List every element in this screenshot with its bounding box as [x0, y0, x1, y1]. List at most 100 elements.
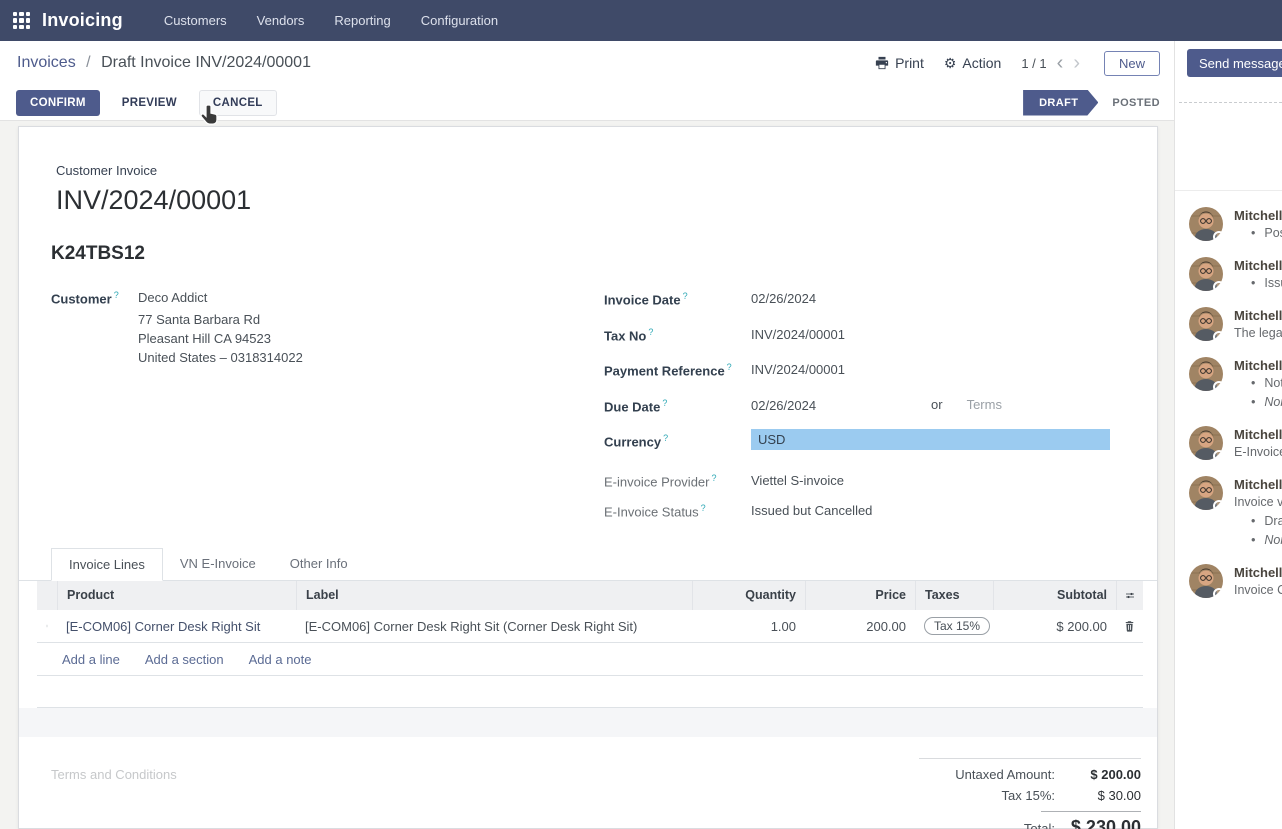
chatter-message[interactable]: Mitchell Issue [1189, 257, 1282, 293]
help-marker-icon: ? [727, 362, 732, 372]
message-author[interactable]: Mitchell [1234, 476, 1282, 493]
tax-badge[interactable]: Tax 15% [924, 617, 990, 635]
message-status-icon [1213, 500, 1225, 512]
message-line: None [1234, 531, 1282, 550]
message-author[interactable]: Mitchell [1234, 426, 1282, 443]
tax-amount-label: Tax 15%: [1002, 788, 1055, 803]
table-header-row: Product Label Quantity Price Taxes Subto… [37, 581, 1143, 610]
pager-counter: 1 / 1 [1021, 56, 1046, 71]
breadcrumb-separator: / [86, 54, 90, 71]
message-line: Not [1234, 374, 1282, 393]
column-header-taxes[interactable]: Taxes [915, 581, 993, 610]
tab-invoice-lines[interactable]: Invoice Lines [51, 548, 163, 581]
drag-handle-icon[interactable] [37, 620, 57, 632]
add-a-line-link[interactable]: Add a line [62, 652, 120, 667]
avatar[interactable] [1189, 476, 1223, 510]
message-author[interactable]: Mitchell [1234, 307, 1282, 324]
currency-field[interactable]: USD [751, 429, 1110, 450]
message-line: The lega [1234, 324, 1282, 343]
chatter-message[interactable]: Mitchell Invoice v Draf None [1189, 476, 1282, 550]
avatar[interactable] [1189, 357, 1223, 391]
message-author[interactable]: Mitchell [1234, 257, 1282, 274]
column-header-label[interactable]: Label [296, 581, 692, 610]
message-author[interactable]: Mitchell [1234, 207, 1282, 224]
help-marker-icon: ? [114, 290, 119, 300]
cancel-button[interactable]: CANCEL [199, 90, 277, 116]
breadcrumb: Invoices / Draft Invoice INV/2024/00001 [17, 54, 311, 72]
invoice-number: INV/2024/00001 [56, 185, 1157, 216]
confirm-button[interactable]: CONFIRM [16, 90, 100, 116]
message-author[interactable]: Mitchell [1234, 357, 1282, 374]
chatter-panel: Send message Mitchell Post [1174, 41, 1282, 829]
pager-previous-icon[interactable]: ‹ [1057, 53, 1064, 73]
print-button[interactable]: Print [875, 55, 924, 71]
new-button[interactable]: New [1104, 51, 1160, 76]
chatter-message[interactable]: Mitchell Post [1189, 207, 1282, 243]
tax-no-field[interactable]: INV/2024/00001 [751, 326, 845, 342]
invoice-line-row[interactable]: [E-COM06] Corner Desk Right Sit [E-COM06… [37, 610, 1143, 643]
tab-vn-einvoice[interactable]: VN E-Invoice [163, 548, 273, 581]
einvoice-status-field: Issued but Cancelled [751, 502, 872, 518]
payment-terms-link[interactable]: Terms [967, 397, 1002, 413]
pager-next-icon[interactable]: › [1073, 53, 1080, 73]
chatter-message[interactable]: Mitchell E-Invoice [1189, 426, 1282, 462]
terms-and-conditions-input[interactable]: Terms and Conditions [51, 767, 177, 782]
action-button[interactable]: ⚙ Action [944, 55, 1001, 72]
invoice-date-field[interactable]: 02/26/2024 [751, 290, 816, 306]
customer-address-line: Pleasant Hill CA 94523 [138, 329, 303, 348]
customer-name-field[interactable]: Deco Addict [138, 290, 303, 305]
payment-reference-label: Payment Reference? [604, 361, 751, 378]
avatar[interactable] [1189, 207, 1223, 241]
state-draft[interactable]: DRAFT [1023, 90, 1098, 116]
message-line: Issue [1234, 274, 1282, 293]
or-label: or [931, 397, 943, 413]
nav-item-reporting[interactable]: Reporting [319, 0, 405, 41]
payment-reference-field[interactable]: INV/2024/00001 [751, 361, 845, 377]
nav-item-customers[interactable]: Customers [149, 0, 242, 41]
avatar[interactable] [1189, 426, 1223, 460]
column-header-price[interactable]: Price [805, 581, 915, 610]
column-header-product[interactable]: Product [57, 581, 296, 610]
tab-other-info[interactable]: Other Info [273, 548, 365, 581]
add-a-section-link[interactable]: Add a section [145, 652, 224, 667]
avatar[interactable] [1189, 564, 1223, 598]
chatter-message[interactable]: Mitchell Invoice C [1189, 564, 1282, 600]
einvoice-provider-label: E-invoice Provider? [604, 472, 751, 489]
table-footer-band [19, 708, 1157, 737]
app-name[interactable]: Invoicing [42, 10, 123, 31]
line-product-cell[interactable]: [E-COM06] Corner Desk Right Sit [57, 619, 296, 634]
statusbar-row: CONFIRM PREVIEW CANCEL DRAFT POSTED [0, 85, 1174, 121]
due-date-field[interactable]: 02/26/2024 [751, 397, 931, 413]
breadcrumb-invoices-link[interactable]: Invoices [17, 54, 76, 71]
optional-columns-button[interactable] [1116, 581, 1143, 610]
apps-grid-icon[interactable] [13, 12, 30, 29]
handle-column-header [37, 581, 57, 610]
help-marker-icon: ? [663, 433, 668, 443]
line-label-cell[interactable]: [E-COM06] Corner Desk Right Sit (Corner … [296, 619, 692, 634]
delete-line-button[interactable] [1116, 620, 1143, 633]
avatar[interactable] [1189, 307, 1223, 341]
top-navbar: Invoicing Customers Vendors Reporting Co… [0, 0, 1282, 41]
message-thread: Mitchell Post Mitchell Issue [1175, 202, 1282, 614]
nav-item-vendors[interactable]: Vendors [242, 0, 320, 41]
chatter-message[interactable]: Mitchell The lega [1189, 307, 1282, 343]
message-status-icon [1213, 450, 1225, 462]
message-status-icon [1213, 381, 1225, 393]
state-posted[interactable]: POSTED [1112, 97, 1160, 109]
line-price-cell[interactable]: 200.00 [805, 619, 915, 634]
help-marker-icon: ? [712, 473, 717, 483]
nav-item-configuration[interactable]: Configuration [406, 0, 513, 41]
message-status-icon [1213, 588, 1225, 600]
add-a-note-link[interactable]: Add a note [249, 652, 312, 667]
column-header-subtotal[interactable]: Subtotal [993, 581, 1116, 610]
send-message-button[interactable]: Send message [1187, 49, 1282, 77]
chatter-message[interactable]: Mitchell Not None [1189, 357, 1282, 412]
avatar[interactable] [1189, 257, 1223, 291]
line-quantity-cell[interactable]: 1.00 [692, 619, 805, 634]
message-line: None [1234, 393, 1282, 412]
untaxed-amount-label: Untaxed Amount: [955, 767, 1055, 782]
tax-amount-value: $ 30.00 [1055, 788, 1141, 803]
preview-button[interactable]: PREVIEW [108, 90, 191, 116]
column-header-quantity[interactable]: Quantity [692, 581, 805, 610]
message-author[interactable]: Mitchell [1234, 564, 1282, 581]
